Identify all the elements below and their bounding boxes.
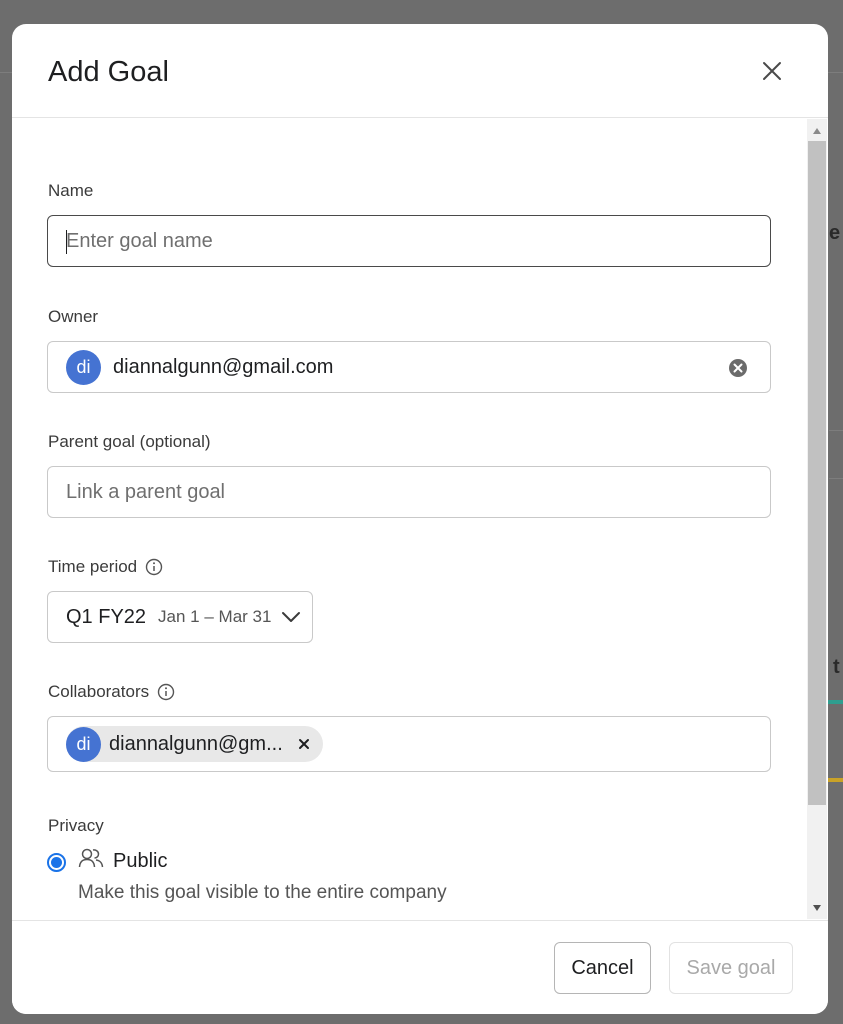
goal-name-input[interactable] [48,216,770,266]
collaborators-field[interactable]: di diannalgunn@gm... [47,716,771,772]
clear-circle-icon[interactable] [728,358,748,378]
public-option-description: Make this goal visible to the entire com… [78,882,447,903]
parent-goal-field[interactable] [47,466,771,518]
dialog-header: Add Goal [12,24,828,118]
bg-divider [829,478,843,479]
owner-avatar: di [66,349,101,385]
bg-progress-bar [828,778,843,782]
scroll-thumb[interactable] [808,141,826,805]
name-label-text: Name [48,181,94,200]
time-period-quarter: Q1 FY22 [66,605,147,628]
save-goal-button[interactable]: Save goal [669,942,793,994]
add-goal-dialog: Add Goal Name Owner di diannalgunn@gmail… [12,24,828,1014]
bg-progress-bar [828,700,843,704]
time-period-select[interactable]: Q1 FY22 Jan 1 – Mar 31 [47,591,313,643]
time-period-range: Jan 1 – Mar 31 [158,607,272,626]
people-icon [78,848,104,868]
public-radio[interactable] [47,853,66,872]
parent-goal-input[interactable] [48,467,770,517]
name-field[interactable] [47,215,771,267]
privacy-label-text: Privacy [48,816,104,835]
chevron-down-icon [282,612,301,622]
parent-goal-label: Parent goal (optional) [48,432,211,452]
collaborator-chip: di diannalgunn@gm... [66,726,323,762]
info-icon[interactable] [145,558,163,576]
time-period-label: Time period [48,557,163,577]
bg-text-fragment: e [829,222,841,244]
public-option-label[interactable]: Public [113,850,167,873]
collaborator-avatar: di [66,726,101,762]
owner-label: Owner [48,307,98,327]
dialog-footer: Cancel Save goal [12,920,828,1014]
time-period-label-text: Time period [48,557,138,576]
owner-label-text: Owner [48,307,99,326]
collaborators-label-text: Collaborators [48,682,150,701]
owner-email: diannalgunn@gmail.com [113,355,334,378]
close-button[interactable] [758,57,786,85]
dialog-scrollbar[interactable] [807,119,827,919]
radio-selected-dot [51,857,62,868]
name-label: Name [48,181,93,201]
close-icon [763,62,781,80]
remove-collaborator-icon[interactable] [297,737,311,751]
bg-divider [829,430,843,431]
cancel-button[interactable]: Cancel [554,942,651,994]
dialog-title: Add Goal [48,56,169,88]
collaborator-email: diannalgunn@gm... [109,732,283,755]
info-icon[interactable] [157,683,175,701]
collaborators-label: Collaborators [48,682,175,702]
scroll-down-arrow-icon[interactable] [813,905,821,911]
parent-goal-label-text: Parent goal (optional) [48,432,211,451]
dialog-body: Name Owner di diannalgunn@gmail.com Pare… [12,119,807,919]
scroll-up-arrow-icon[interactable] [813,128,821,134]
bg-text-fragment: t [833,656,840,678]
owner-field[interactable]: di diannalgunn@gmail.com [47,341,771,393]
privacy-label: Privacy [48,816,104,836]
text-caret [66,230,67,254]
